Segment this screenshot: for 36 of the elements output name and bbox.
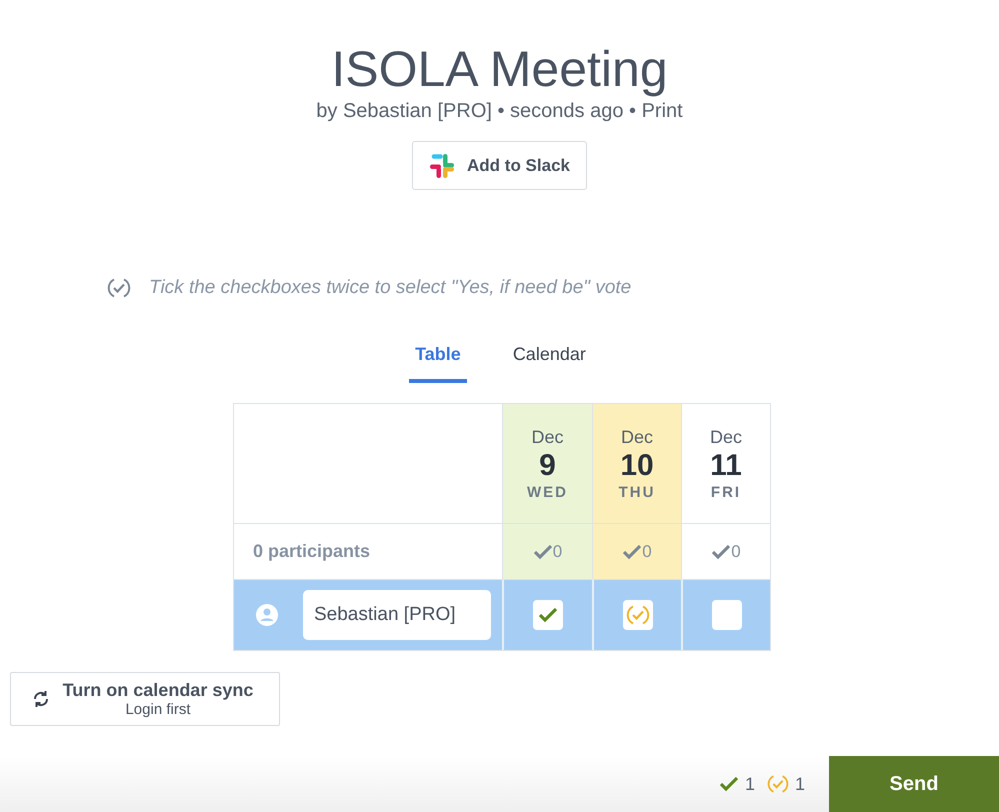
if-need-be-count: 1 <box>794 774 805 794</box>
check-icon <box>718 774 739 794</box>
checkbox[interactable] <box>622 600 652 630</box>
date-month: Dec <box>710 426 742 448</box>
calendar-sync-button[interactable]: Turn on calendar sync Login first <box>10 672 280 726</box>
name-input-field[interactable]: Sebastian [PRO] <box>303 590 491 640</box>
date-day: 11 <box>710 448 742 484</box>
vote-count: 0 <box>642 542 652 562</box>
check-icon <box>538 605 558 625</box>
yes-count: 1 <box>744 774 755 794</box>
date-weekday: WED <box>527 484 568 500</box>
sync-icon <box>31 689 51 709</box>
poll-byline: by Sebastian [PRO] • seconds ago • Print <box>316 100 683 123</box>
send-button[interactable]: Send <box>829 756 999 812</box>
user-icon <box>256 604 278 626</box>
slack-logo-icon <box>429 152 456 178</box>
date-month: Dec <box>531 426 564 448</box>
check-circle-icon <box>107 276 131 300</box>
vote-count: 0 <box>552 542 562 562</box>
add-to-slack-button[interactable]: Add to Slack <box>412 141 587 190</box>
poll-title: ISOLA Meeting <box>331 40 668 98</box>
date-weekday: FRI <box>710 484 742 500</box>
view-tab[interactable]: Calendar <box>506 344 592 383</box>
checkbox[interactable] <box>712 600 742 630</box>
date-day: 10 <box>620 448 654 484</box>
date-month: Dec <box>620 426 653 448</box>
date-weekday: THU <box>618 484 656 500</box>
check-circle-icon <box>626 603 650 627</box>
check-circle-icon <box>766 773 789 795</box>
sync-title: Turn on calendar sync <box>62 680 254 701</box>
sync-subtitle: Login first <box>125 701 191 718</box>
view-tab[interactable]: Table <box>409 344 467 383</box>
hint-text: Tick the checkboxes twice to select "Yes, if need be" vote <box>149 277 632 299</box>
vote-count: 0 <box>731 542 741 562</box>
checkbox[interactable] <box>533 600 563 630</box>
date-day: 9 <box>539 448 556 484</box>
